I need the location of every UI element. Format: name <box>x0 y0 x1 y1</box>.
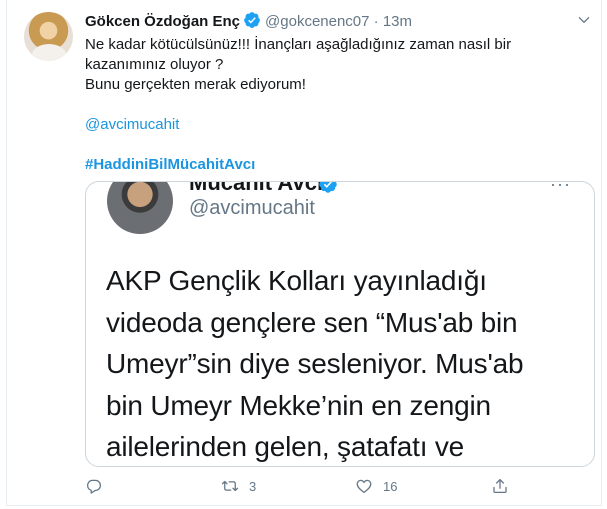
author-name[interactable]: Gökcen Özdoğan Enç <box>85 13 240 30</box>
embedded-tweet-text: AKP Gençlik Kolları yayınladığı videoda … <box>106 260 586 466</box>
embedded-text-line: videoda gençlere sen “Mus'ab bin <box>106 306 518 338</box>
author-avatar[interactable] <box>24 12 73 61</box>
embedded-text-line: AKP Gençlik Kolları yayınladığı <box>106 265 487 296</box>
verified-badge-icon <box>244 12 260 28</box>
embedded-author-handle: @avcimucahit <box>189 197 315 219</box>
tweet-time[interactable]: 13m <box>383 13 412 30</box>
retweet-icon <box>221 480 239 492</box>
hashtag-link[interactable]: #HaddiniBilMücahitAvcı <box>85 156 255 173</box>
share-icon <box>493 478 507 494</box>
tweet-text-line: Bunu gerçekten merak ediyorum! <box>85 76 306 93</box>
tweet-header: Gökcen Özdoğan Enç @gokcenenc07 · 13m <box>85 11 412 32</box>
embedded-text-line: ailelerinden gelen, şatafatı ve <box>106 431 465 462</box>
tweet-card[interactable]: Gökcen Özdoğan Enç @gokcenenc07 · 13m Ne … <box>6 0 602 506</box>
like-count: 16 <box>383 478 398 494</box>
tweet-actions: 3 16 <box>85 477 585 499</box>
retweet-count: 3 <box>249 478 257 494</box>
tweet-text-line: Ne kadar kötücülsünüz!!! İnançları aşağl… <box>85 36 512 53</box>
chevron-down-icon[interactable] <box>577 13 591 27</box>
embedded-tweet-screenshot: Mücahit Avcı ··· @avcimucahit AKP Gençli… <box>86 182 594 466</box>
time-separator: · <box>373 13 379 30</box>
like-icon <box>356 479 372 494</box>
tweet-text: Ne kadar kötücülsünüz!!! İnançları aşağl… <box>85 35 585 175</box>
avatar-shoulders <box>32 44 66 61</box>
retweet-button[interactable]: 3 <box>221 477 256 495</box>
tweet-text-line: kazanımınız oluyor ? <box>85 56 224 73</box>
embedded-more-icon: ··· <box>550 181 571 194</box>
reply-button[interactable] <box>85 477 113 495</box>
attached-image[interactable]: Mücahit Avcı ··· @avcimucahit AKP Gençli… <box>85 181 595 467</box>
embedded-text-line: Umeyr”sin diye sesleniyor. Mus'ab <box>106 348 524 379</box>
reply-icon <box>86 479 102 494</box>
embedded-author-avatar <box>107 182 173 234</box>
like-button[interactable]: 16 <box>355 477 397 495</box>
embedded-verified-badge-icon <box>319 182 337 193</box>
mention-link[interactable]: @avcimucahit <box>85 116 179 133</box>
embedded-text-line: bin Umeyr Mekke’nin en zengin <box>106 389 491 421</box>
embedded-author-name: Mücahit Avcı <box>189 181 324 195</box>
share-button[interactable] <box>491 477 509 495</box>
author-handle[interactable]: @gokcenenc07 <box>265 13 369 30</box>
